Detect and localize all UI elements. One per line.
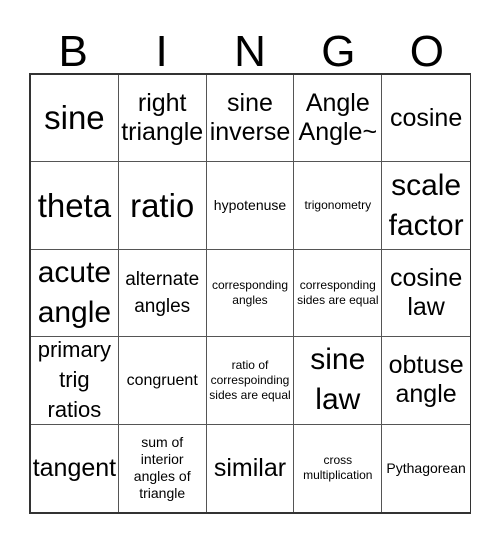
cell-text: ratio of correspoinding sides are equal [209, 357, 291, 402]
bingo-cell[interactable]: primary trig ratios [31, 337, 119, 425]
bingo-grid: sine right triangle sine inverse Angle A… [29, 73, 471, 514]
bingo-cell[interactable]: congruent [118, 337, 207, 425]
header-letter-b: B [58, 27, 88, 76]
cell-text: Angle Angle~ [298, 89, 378, 147]
bingo-cell[interactable]: similar [207, 424, 295, 512]
cell-text: sine inverse [209, 89, 291, 147]
cell-text: theta [37, 186, 112, 224]
header-letter-n: N [234, 27, 266, 76]
bingo-cell[interactable]: ratio [118, 162, 207, 250]
bingo-cell[interactable]: obtuse angle [382, 337, 470, 425]
bingo-cell[interactable]: theta [31, 162, 119, 250]
bingo-cell[interactable]: alternate angles [118, 249, 207, 338]
bingo-cell[interactable]: corresponding sides are equal [294, 249, 383, 338]
cell-text: tangent [32, 453, 117, 482]
bingo-cell[interactable]: right triangle [118, 75, 207, 163]
header-letter-g: G [321, 27, 356, 76]
bingo-cell[interactable]: trigonometry [294, 162, 383, 250]
cell-text: trigonometry [304, 198, 372, 213]
bingo-cell[interactable]: scale factor [382, 162, 470, 250]
bingo-cell[interactable]: sine law [294, 337, 383, 425]
bingo-cell[interactable]: sine [31, 75, 119, 163]
bingo-cell[interactable]: tangent [31, 424, 119, 512]
cell-text: sine [44, 99, 105, 137]
cell-text: Pythagorean [386, 459, 466, 476]
bingo-cell[interactable]: Pythagorean [382, 425, 470, 512]
cell-text: similar [213, 453, 287, 482]
bingo-cell[interactable]: cosine [382, 75, 470, 163]
cell-text: primary trig ratios [37, 337, 112, 423]
bingo-cell[interactable]: Angle Angle~ [294, 75, 383, 163]
cell-text: sine law [310, 343, 366, 417]
bingo-cell[interactable]: cosine law [382, 250, 470, 338]
bingo-cell[interactable]: corresponding angles [206, 249, 295, 338]
cell-text: cross multiplication [303, 453, 373, 483]
cell-text: scale factor [388, 168, 464, 242]
cell-text: hypotenuse [213, 197, 287, 214]
bingo-cell[interactable]: sum of interior angles of triangle [119, 424, 207, 512]
bingo-header: B I N G O [29, 27, 471, 76]
cell-text: right triangle [121, 89, 204, 147]
cell-text: sum of interior angles of triangle [133, 434, 191, 502]
cell-text: corresponding angles [211, 277, 289, 307]
bingo-cell[interactable]: hypotenuse [206, 162, 295, 250]
cell-text: cosine law [389, 263, 463, 321]
cell-text: cosine [389, 103, 463, 132]
cell-text: alternate angles [125, 268, 200, 317]
header-letter-o: O [409, 27, 444, 76]
bingo-cell[interactable]: acute angle [31, 249, 119, 338]
bingo-cell[interactable]: cross multiplication [294, 424, 383, 512]
bingo-cell[interactable]: ratio of correspoinding sides are equal [206, 337, 295, 425]
cell-text: congruent [126, 371, 198, 389]
header-letter-i: I [155, 27, 168, 76]
cell-text: corresponding sides are equal [297, 277, 379, 307]
bingo-cell[interactable]: sine inverse [206, 75, 295, 163]
cell-text: obtuse angle [388, 351, 464, 409]
cell-text: acute angle [37, 255, 112, 329]
cell-text: ratio [130, 186, 195, 224]
